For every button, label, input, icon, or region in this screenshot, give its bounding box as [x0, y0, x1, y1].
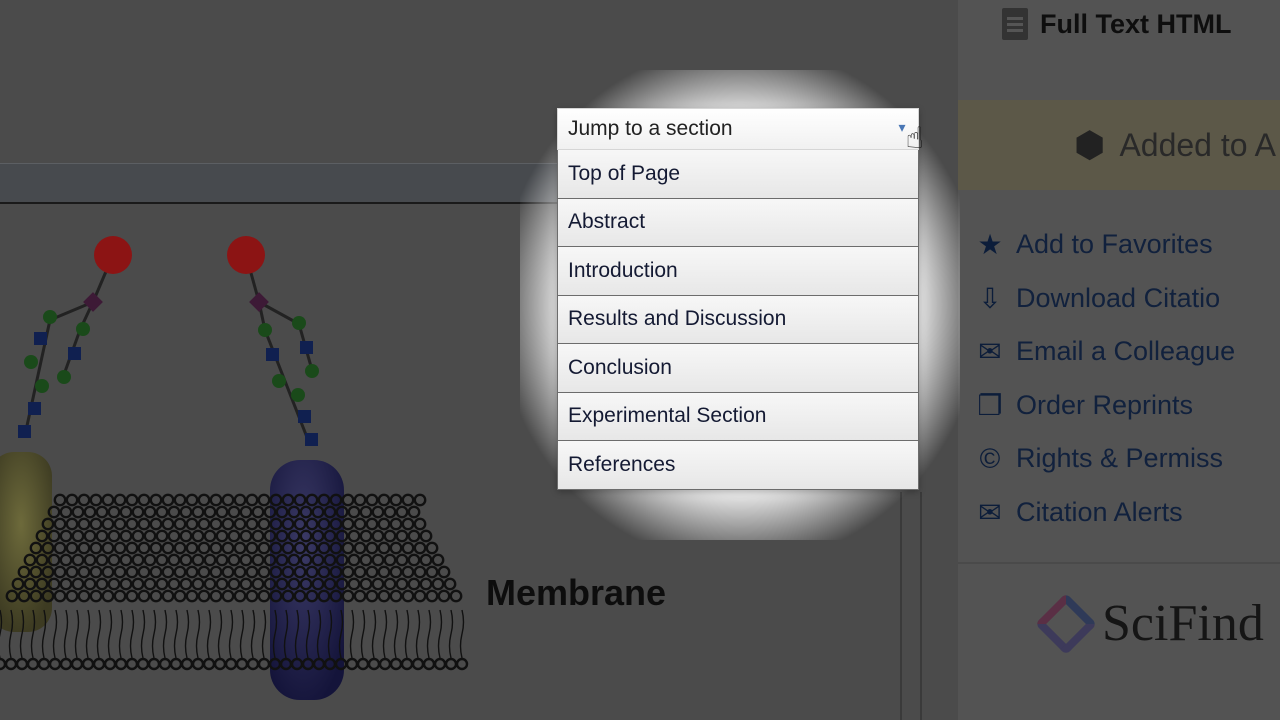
glycan-chain-left: [18, 236, 132, 438]
option-conclusion[interactable]: Conclusion: [557, 344, 919, 393]
glycan-chain-right: [227, 236, 319, 446]
option-introduction[interactable]: Introduction: [557, 247, 919, 296]
copyright-icon: ©: [979, 442, 1001, 474]
article-actions-list: ★ Add to Favorites ⇩ Download Citatio ✉ Ema…: [977, 218, 1236, 540]
action-label: Download Citatio: [1016, 282, 1221, 313]
add-to-favorites-link[interactable]: ★ Add to Favorites: [977, 218, 1235, 272]
action-label: Citation Alerts: [1016, 496, 1183, 527]
envelope-icon: ✉: [978, 496, 1002, 528]
action-label: Email a Colleague: [1016, 336, 1236, 367]
scifinder-logo-link[interactable]: SciFind: [1034, 592, 1264, 655]
download-icon: ⇩: [978, 282, 1002, 314]
full-text-html-label: Full Text HTML: [1040, 8, 1232, 39]
sidebar: Full Text HTML ⬢ Added to A ★ Add to Favo…: [958, 0, 1280, 720]
added-to-label: Added to A: [1119, 126, 1277, 163]
membrane-figure: [0, 236, 469, 700]
lipid-bilayer: [0, 493, 469, 671]
molecule-icon: ⬢: [1074, 124, 1106, 165]
article-nav-bar: [0, 163, 560, 204]
scifinder-logo-icon: [1034, 592, 1098, 655]
citation-alerts-link[interactable]: ✉ Citation Alerts: [978, 486, 1235, 540]
order-reprints-link[interactable]: ❐ Order Reprints: [977, 379, 1235, 433]
jump-to-section-dropdown[interactable]: Jump to a section ▾ ☝ Top of Page Abstra…: [557, 108, 924, 490]
document-icon: [1002, 8, 1028, 40]
full-text-html-link[interactable]: Full Text HTML: [1002, 8, 1231, 40]
email-colleague-link[interactable]: ✉ Email a Colleague: [978, 325, 1236, 379]
option-references[interactable]: References: [557, 441, 919, 490]
action-label: Rights & Permiss: [1016, 443, 1224, 474]
option-experimental-section[interactable]: Experimental Section: [557, 392, 919, 441]
dropdown-placeholder: Jump to a section: [568, 117, 733, 140]
hand-cursor-icon: ☝: [905, 122, 924, 155]
rights-permissions-link[interactable]: © Rights & Permiss: [980, 432, 1235, 486]
option-abstract[interactable]: Abstract: [557, 198, 919, 247]
envelope-icon: ✉: [978, 336, 1002, 368]
membrane-label: Membrane: [486, 572, 667, 613]
jump-to-section-select[interactable]: Jump to a section ▾ ☝: [557, 108, 924, 155]
star-icon: ★: [977, 229, 1003, 261]
scifinder-brand: SciFind: [1102, 595, 1264, 652]
reprints-icon: ❐: [977, 389, 1003, 421]
download-citation-link[interactable]: ⇩ Download Citatio: [978, 272, 1235, 326]
action-label: Add to Favorites: [1016, 229, 1213, 260]
option-results-and-discussion[interactable]: Results and Discussion: [557, 295, 919, 344]
action-label: Order Reprints: [1016, 389, 1194, 420]
option-top-of-page[interactable]: Top of Page: [557, 150, 919, 199]
added-to-box[interactable]: ⬢ Added to A: [958, 100, 1280, 190]
